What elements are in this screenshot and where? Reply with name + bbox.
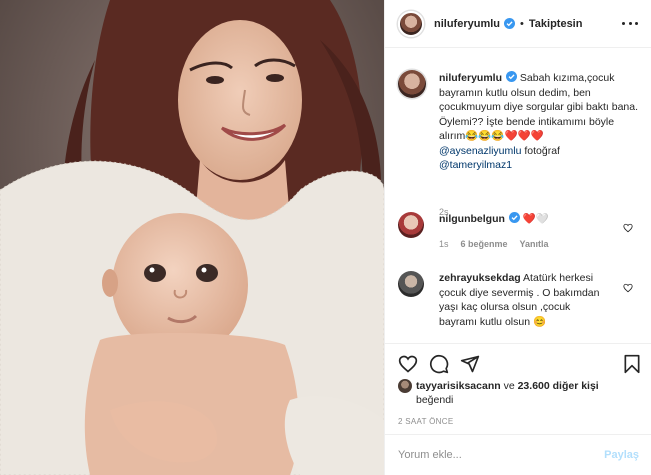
add-comment-bar: Paylaş	[385, 434, 651, 475]
post-photo-image	[0, 0, 384, 475]
post-actions	[385, 343, 651, 381]
heart-icon[interactable]	[398, 354, 418, 374]
caption-avatar[interactable]	[398, 70, 426, 98]
caption-text: niluferyumlu Sabah kızıma,çocuk bayramın…	[439, 71, 639, 173]
comment-input[interactable]	[398, 449, 598, 461]
verified-icon	[506, 71, 518, 82]
verified-icon	[504, 18, 516, 29]
comment-likes[interactable]: 6 beğenme	[461, 239, 508, 249]
author-avatar[interactable]	[398, 10, 424, 37]
bookmark-icon[interactable]	[622, 354, 642, 374]
comment-heart-icon[interactable]	[623, 283, 633, 293]
liker-avatar[interactable]	[398, 379, 412, 393]
post-timestamp[interactable]: 2 SAAT ÖNCE	[398, 417, 453, 426]
instagram-post: niluferyumlu • Takiptesin niluferyumlu S…	[0, 0, 651, 475]
commenter-avatar[interactable]	[398, 212, 424, 238]
post-side-panel: niluferyumlu • Takiptesin niluferyumlu S…	[384, 0, 651, 475]
likes-text: tayyarisiksacann ve 23.600 diğer kişi be…	[416, 379, 646, 407]
comment-meta: 1s 6 beğenme Yanıtla	[439, 239, 549, 249]
follow-status-button[interactable]: Takiptesin	[529, 18, 583, 30]
author-username[interactable]: niluferyumlu	[434, 18, 500, 30]
caption-mention-2[interactable]: @tameryilmaz1	[439, 158, 639, 173]
comment-heart-icon[interactable]	[623, 223, 633, 233]
likes-suffix: beğendi	[416, 394, 454, 406]
comment-text: nilgunbelgun ❤️🤍	[439, 212, 614, 227]
caption-username[interactable]: niluferyumlu	[439, 72, 502, 84]
header-separator: •	[520, 17, 524, 30]
comment-icon[interactable]	[429, 354, 449, 374]
post-photo[interactable]	[0, 0, 384, 475]
reply-button[interactable]: Yanıtla	[520, 239, 549, 249]
comment-text: zehrayuksekdag Atatürk herkesi çocuk diy…	[439, 271, 611, 329]
post-comment-button[interactable]: Paylaş	[604, 449, 639, 461]
verified-icon	[508, 212, 520, 223]
commenter-avatar[interactable]	[398, 271, 424, 297]
commenter-username[interactable]: nilgunbelgun	[439, 213, 505, 225]
comments-list: niluferyumlu Sabah kızıma,çocuk bayramın…	[385, 49, 651, 343]
mention-link[interactable]: @aysenazliyumlu	[439, 145, 521, 157]
more-icon[interactable]	[622, 18, 638, 28]
post-header: niluferyumlu • Takiptesin	[385, 0, 651, 48]
caption-photo-credit: fotoğraf	[521, 144, 560, 157]
likes-connector: ve	[500, 380, 518, 392]
comment-body: ❤️🤍	[519, 213, 549, 225]
comment-time[interactable]: 1s	[439, 239, 449, 249]
likes-count[interactable]: 23.600 diğer kişi	[518, 380, 599, 392]
commenter-username[interactable]: zehrayuksekdag	[439, 272, 521, 284]
share-icon[interactable]	[460, 354, 480, 374]
caption-mention-photographer[interactable]: @aysenazliyumlu fotoğraf	[439, 144, 639, 159]
liker-username[interactable]: tayyarisiksacann	[416, 380, 501, 392]
